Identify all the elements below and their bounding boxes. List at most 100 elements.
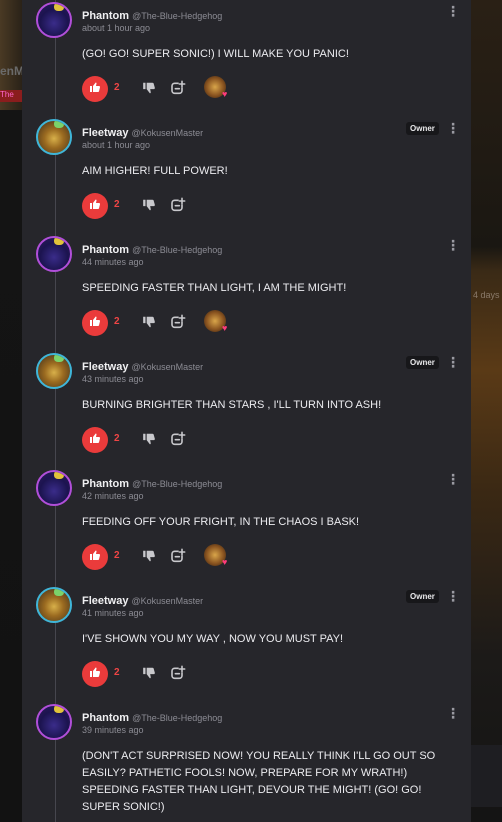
author-name[interactable]: Fleetway (82, 361, 128, 373)
comment-text: SPEEDING FASTER THAN LIGHT, I AM THE MIG… (82, 282, 347, 294)
more-options-icon[interactable]: ⋮ (446, 355, 460, 369)
phantom-avatar[interactable] (36, 236, 72, 272)
comment-header: Fleetway @KokusenMaster (82, 357, 203, 375)
comment-text: I'VE SHOWN YOU MY WAY , NOW YOU MUST PAY… (82, 633, 344, 645)
avatar-hat-icon (54, 121, 64, 128)
avatar-hat-icon (54, 706, 64, 713)
more-options-icon[interactable]: ⋮ (446, 472, 460, 486)
avatar-hat-icon (54, 589, 64, 596)
reply-icon[interactable] (170, 314, 186, 330)
comment-timestamp: 42 minutes ago (82, 491, 144, 501)
like-button[interactable] (82, 427, 108, 453)
more-options-icon[interactable]: ⋮ (446, 706, 460, 720)
background-title-fragment: enM (0, 64, 22, 78)
comment-timestamp: 44 minutes ago (82, 257, 144, 267)
thumbs-down-icon[interactable] (142, 198, 156, 212)
author-handle[interactable]: @The-Blue-Hedgehog (132, 713, 222, 723)
comment-item: Fleetway @KokusenMaster 41 minutes ago Own… (22, 585, 471, 702)
thumbs-up-icon (89, 548, 101, 566)
comment-text: AIM HIGHER! FULL POWER! (82, 165, 228, 177)
author-name[interactable]: Phantom (82, 478, 129, 490)
author-name[interactable]: Phantom (82, 10, 129, 22)
like-button[interactable] (82, 193, 108, 219)
comment-thread-panel: Phantom @The-Blue-Hedgehog about 1 hour a… (22, 0, 471, 822)
more-options-icon[interactable]: ⋮ (446, 4, 460, 18)
background-page-left (0, 0, 22, 822)
heart-icon: ♥ (222, 323, 228, 333)
phantom-avatar[interactable] (36, 704, 72, 740)
like-count: 2 (114, 199, 120, 210)
like-button[interactable] (82, 76, 108, 102)
background-card-fragment (471, 745, 502, 807)
owner-badge: Owner (406, 122, 439, 135)
comment-text: (DON'T ACT SURPRISED NOW! YOU REALLY THI… (82, 750, 436, 813)
comment-header: Fleetway @KokusenMaster (82, 123, 203, 141)
owner-badge: Owner (406, 590, 439, 603)
fleetway-avatar[interactable] (36, 353, 72, 389)
comment-text: BURNING BRIGHTER THAN STARS , I'LL TURN … (82, 399, 382, 411)
comment-timestamp: 39 minutes ago (82, 725, 144, 735)
thumbs-down-icon[interactable] (142, 81, 156, 95)
author-name[interactable]: Fleetway (82, 127, 128, 139)
like-button[interactable] (82, 661, 108, 687)
author-handle[interactable]: @The-Blue-Hedgehog (132, 479, 222, 489)
comment-item: Phantom @The-Blue-Hedgehog 42 minutes ago… (22, 468, 471, 585)
fleetway-avatar[interactable] (36, 119, 72, 155)
author-name[interactable]: Phantom (82, 712, 129, 724)
author-handle[interactable]: @KokusenMaster (131, 596, 203, 606)
thumbs-up-icon (89, 431, 101, 449)
comment-timestamp: about 1 hour ago (82, 140, 151, 150)
like-count: 2 (114, 667, 120, 678)
fleetway-avatar[interactable] (36, 587, 72, 623)
avatar-hat-icon (54, 472, 64, 479)
comment-item: Fleetway @KokusenMaster 43 minutes ago Own… (22, 351, 471, 468)
author-handle[interactable]: @KokusenMaster (131, 362, 203, 372)
comment-timestamp: 43 minutes ago (82, 374, 144, 384)
phantom-avatar[interactable] (36, 470, 72, 506)
like-button[interactable] (82, 310, 108, 336)
thumbs-up-icon (89, 197, 101, 215)
background-time-fragment: 4 days (473, 290, 500, 300)
avatar-hat-icon (54, 355, 64, 362)
like-count: 2 (114, 433, 120, 444)
comment-header: Phantom @The-Blue-Hedgehog (82, 6, 222, 24)
comment-item: Phantom @The-Blue-Hedgehog 44 minutes ago… (22, 234, 471, 351)
heart-icon: ♥ (222, 89, 228, 99)
like-count: 2 (114, 550, 120, 561)
thumbs-down-icon[interactable] (142, 315, 156, 329)
phantom-avatar[interactable] (36, 2, 72, 38)
like-count: 2 (114, 316, 120, 327)
comment-timestamp: 41 minutes ago (82, 608, 144, 618)
reply-icon[interactable] (170, 665, 186, 681)
comment-timestamp: about 1 hour ago (82, 23, 151, 33)
thumbs-down-icon[interactable] (142, 666, 156, 680)
author-handle[interactable]: @The-Blue-Hedgehog (132, 245, 222, 255)
thumbs-down-icon[interactable] (142, 549, 156, 563)
thumbs-down-icon[interactable] (142, 432, 156, 446)
comment-item: Fleetway @KokusenMaster about 1 hour ago O… (22, 117, 471, 234)
avatar-hat-icon (54, 4, 64, 11)
author-name[interactable]: Phantom (82, 244, 129, 256)
more-options-icon[interactable]: ⋮ (446, 589, 460, 603)
avatar-hat-icon (54, 238, 64, 245)
comment-header: Fleetway @KokusenMaster (82, 591, 203, 609)
author-handle[interactable]: @The-Blue-Hedgehog (132, 11, 222, 21)
comment-header: Phantom @The-Blue-Hedgehog (82, 474, 222, 492)
reply-icon[interactable] (170, 80, 186, 96)
background-page-right (471, 0, 502, 822)
thumbs-up-icon (89, 314, 101, 332)
thumbs-up-icon (89, 665, 101, 683)
comment-header: Phantom @The-Blue-Hedgehog (82, 708, 222, 726)
background-tag-fragment: The (0, 90, 22, 102)
reply-icon[interactable] (170, 197, 186, 213)
like-button[interactable] (82, 544, 108, 570)
more-options-icon[interactable]: ⋮ (446, 121, 460, 135)
reply-icon[interactable] (170, 431, 186, 447)
comment-item: Phantom @The-Blue-Hedgehog about 1 hour a… (22, 0, 471, 117)
like-count: 2 (114, 82, 120, 93)
reply-icon[interactable] (170, 548, 186, 564)
author-handle[interactable]: @KokusenMaster (131, 128, 203, 138)
more-options-icon[interactable]: ⋮ (446, 238, 460, 252)
author-name[interactable]: Fleetway (82, 595, 128, 607)
comment-item: Phantom @The-Blue-Hedgehog 39 minutes ago… (22, 702, 471, 819)
